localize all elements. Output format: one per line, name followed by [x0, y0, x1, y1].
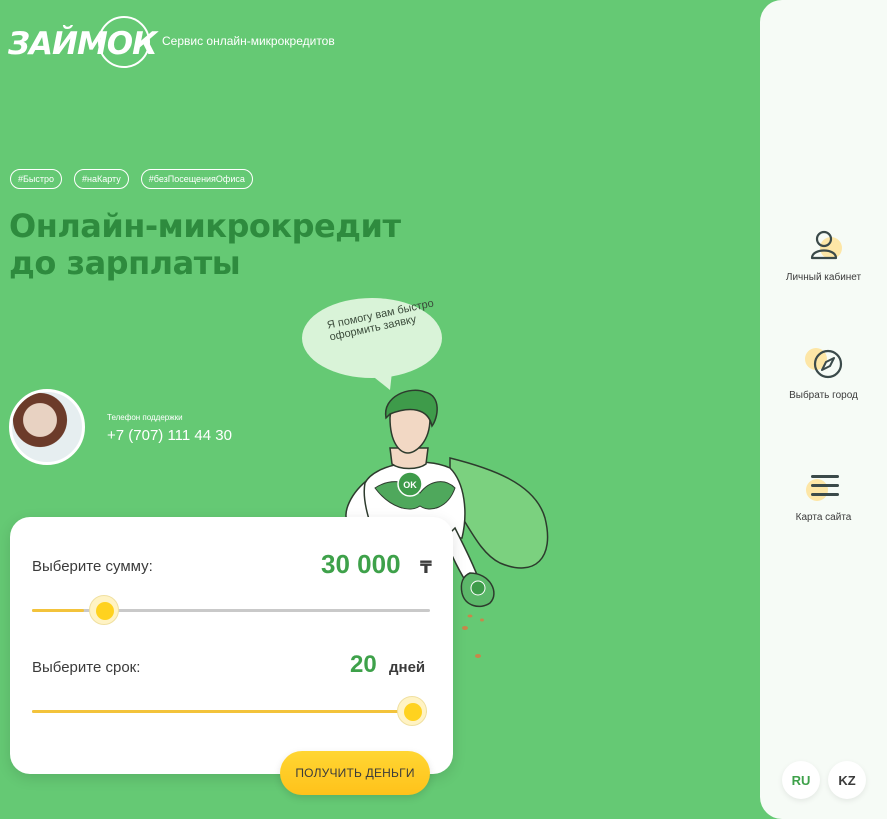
sidebar-item-account[interactable]: Личный кабинет [760, 226, 887, 283]
hashtag: #безПосещенияОфиса [140, 169, 253, 189]
tagline: Сервис онлайн-микрокредитов [162, 34, 335, 48]
term-label: Выберите срок: [32, 659, 141, 676]
user-icon [804, 226, 844, 266]
amount-value: 30 000 [321, 549, 401, 579]
get-money-button[interactable]: ПОЛУЧИТЬ ДЕНЬГИ [280, 751, 430, 795]
sidebar-item-sitemap[interactable]: Карта сайта [760, 466, 887, 523]
amount-slider-track[interactable] [32, 595, 430, 625]
term-unit: дней [389, 659, 426, 676]
support-label: Телефон поддержки [107, 413, 183, 422]
sidebar-item-label: Личный кабинет [785, 272, 862, 283]
language-ru-button[interactable]: RU [782, 761, 820, 799]
logo[interactable]: ЗАЙМОК [8, 14, 158, 68]
logo-text: ЗАЙМОК [8, 26, 158, 62]
term-slider-fill [32, 710, 427, 713]
sidebar-item-city[interactable]: Выбрать город [760, 344, 887, 401]
menu-icon [804, 466, 844, 506]
term-slider-track[interactable] [32, 696, 427, 726]
term-value: 20 [350, 651, 377, 678]
hashtag: #наКарту [74, 169, 129, 189]
mascot-badge: OK [403, 480, 417, 490]
support-phone-link[interactable]: +7 (707) 111 44 30 [107, 427, 232, 444]
compass-icon [804, 344, 844, 384]
loan-calculator: Выберите сумму: 30 000 ₸ Выберите срок: … [10, 517, 453, 774]
hashtag-list: #Быстро #наКарту #безПосещенияОфиса [10, 169, 253, 189]
support-operator-avatar [9, 389, 85, 465]
sidebar-item-label: Карта сайта [795, 512, 852, 523]
page-title: Онлайн-микрокредит до зарплаты [9, 207, 401, 282]
sidebar-item-label: Выбрать город [789, 390, 858, 401]
term-slider-handle[interactable] [397, 696, 427, 726]
right-sidebar: Личный кабинет Выбрать город Карта сайта… [760, 0, 887, 819]
amount-slider-fill [32, 609, 84, 612]
language-kz-button[interactable]: KZ [828, 761, 866, 799]
currency-sign: ₸ [420, 558, 432, 577]
amount-slider-handle[interactable] [88, 595, 119, 625]
amount-label: Выберите сумму: [32, 558, 153, 575]
hashtag: #Быстро [10, 169, 63, 189]
